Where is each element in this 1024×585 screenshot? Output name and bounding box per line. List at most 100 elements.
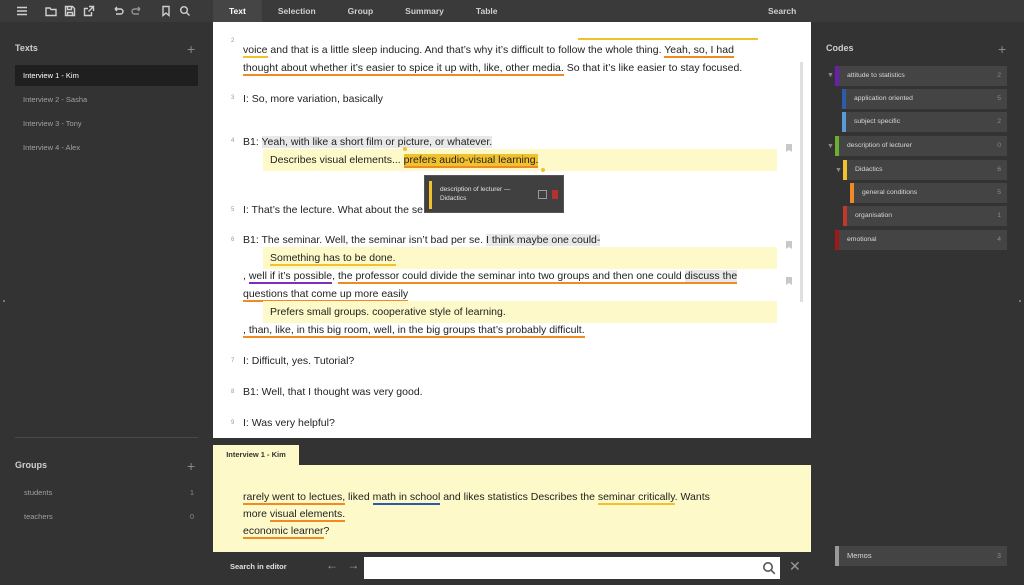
inline-memo[interactable]: Describes visual elements... prefers aud… [263,149,777,171]
selected-text[interactable]: Yeah, with like a short film or picture,… [261,136,493,148]
code-count: 4 [997,236,1001,243]
code-color-bar [429,181,432,209]
tooltip-code-path: description of lecturer — Didactics [440,186,511,202]
paragraph-8: B1: Well, that I thought was very good. [243,386,423,398]
previous-result-button[interactable]: ← [326,558,338,572]
memo-text: . Wants [674,491,710,503]
search-icon[interactable] [177,3,192,18]
coded-segment[interactable]: thought about whether it’s easier to spi… [243,62,564,76]
coded-segment[interactable]: Yeah, so, I had [664,44,734,58]
group-label: students [24,488,53,497]
expand-triangle-icon[interactable]: ▼ [827,72,834,79]
code-description-of-lecturer[interactable]: description of lecturer 0 [835,136,1007,156]
editor-search-input[interactable] [364,557,780,579]
memo-text: liked [345,491,373,503]
code-label: application oriented [854,95,913,102]
bookmark-icon[interactable] [786,272,792,285]
tab-group[interactable]: Group [332,0,390,22]
text-item-interview-3[interactable]: Interview 3 - Tony [15,113,198,134]
undo-icon[interactable] [110,3,125,18]
paragraph-3: I: So, more variation, basically [243,93,384,105]
paragraph-number: 7 [231,358,235,364]
memo-text: Describes visual elements... [270,154,404,166]
tab-selection[interactable]: Selection [262,0,332,22]
group-item-students[interactable]: students 1 [24,488,194,497]
coded-segment[interactable]: , than, like, in this big room, well, in… [243,324,585,338]
add-text-button[interactable]: + [187,42,195,56]
code-didactics[interactable]: Didactics 6 [843,160,1007,180]
add-code-button[interactable]: + [998,42,1006,56]
coded-segment[interactable]: prefers audio-visual learning. [403,154,539,168]
code-general-conditions[interactable]: general conditions 5 [850,183,1007,203]
coded-segment[interactable]: rarely went to lectues, [243,491,346,505]
selection-handle[interactable] [541,168,545,172]
tab-summary[interactable]: Summary [389,0,460,22]
selection-handle[interactable] [403,147,407,151]
bookmark-icon[interactable] [158,3,173,18]
code-attitude-to-statistics[interactable]: attitude to statistics 2 [835,66,1007,86]
document-memo[interactable]: rarely went to lectues, liked math in sc… [213,465,811,552]
add-group-button[interactable]: + [187,459,195,473]
text-editor[interactable]: 2 voice and that is a little sleep induc… [213,22,811,438]
next-result-button[interactable]: → [347,558,359,572]
right-collapse-handle[interactable] [1019,300,1021,302]
folder-icon[interactable] [43,3,58,18]
search-nav: ← → [326,558,359,572]
coded-segment[interactable]: Something has to be done. [270,252,396,266]
code-color [842,89,846,109]
coded-segment[interactable]: the professor could divide the seminar i… [337,270,685,284]
code-count: 5 [997,95,1001,102]
left-collapse-handle[interactable] [3,300,5,302]
code-label: general conditions [862,189,918,196]
text-item-interview-1[interactable]: Interview 1 - Kim [15,65,198,86]
paragraph-number: 6 [231,237,235,243]
export-icon[interactable] [81,3,96,18]
paragraph-number: 2 [231,38,235,44]
editor-scrollbar[interactable] [800,62,803,302]
close-search-button[interactable]: ✕ [789,559,801,573]
menu-icon[interactable] [14,3,29,18]
text-item-interview-2[interactable]: Interview 2 - Sasha [15,89,198,110]
inline-memo[interactable]: Something has to be done. [263,247,777,269]
view-tabs: Text Selection Group Summary Table [213,0,513,22]
coded-segment[interactable]: economic learner [243,525,324,539]
selected-text[interactable]: I think maybe one could- [485,234,601,246]
code-color [842,112,846,132]
memos-button[interactable]: Memos 3 [835,546,1007,566]
paragraph-text: , [243,270,249,282]
code-label: attitude to statistics [847,72,905,79]
coded-segment[interactable]: discuss the [684,270,738,284]
tab-search[interactable]: Search [768,0,796,22]
coded-segment[interactable]: math in school [372,491,441,505]
panel-divider [15,437,198,438]
tab-text[interactable]: Text [213,0,262,22]
delete-icon[interactable] [552,190,558,199]
paragraph-2-line-2: thought about whether it’s easier to spi… [243,59,783,77]
memo-tab[interactable]: Interview 1 - Kim [213,445,299,465]
code-emotional[interactable]: emotional 4 [835,230,1007,250]
coded-segment[interactable]: voice [243,44,268,58]
coded-segment[interactable]: visual elements. [269,508,346,522]
inline-memo[interactable]: Prefers small groups. cooperative style … [263,301,777,323]
expand-triangle-icon[interactable]: ▼ [827,143,834,150]
code-count: 2 [997,72,1001,79]
tab-table[interactable]: Table [460,0,514,22]
search-icon[interactable] [762,561,776,575]
code-application-oriented[interactable]: application oriented 5 [842,89,1007,109]
save-icon[interactable] [62,3,77,18]
paragraph-text: and that is a little sleep inducing. And… [267,44,665,56]
expand-triangle-icon[interactable]: ▼ [835,167,842,174]
comment-icon[interactable] [538,190,547,199]
bookmark-icon[interactable] [786,236,792,249]
text-item-interview-4[interactable]: Interview 4 - Alex [15,137,198,158]
group-item-teachers[interactable]: teachers 0 [24,512,194,521]
bookmark-icon[interactable] [786,139,792,152]
coded-segment[interactable]: seminar critically [597,491,675,505]
code-organisation[interactable]: organisation 1 [843,206,1007,226]
code-subject-specific[interactable]: subject specific 2 [842,112,1007,132]
coded-segment[interactable]: questions that come up more easily [243,288,409,302]
paragraph-number: 4 [231,138,235,144]
coded-segment[interactable]: well if it’s possible [248,270,333,284]
code-count: 1 [997,212,1001,219]
redo-icon[interactable] [129,3,144,18]
